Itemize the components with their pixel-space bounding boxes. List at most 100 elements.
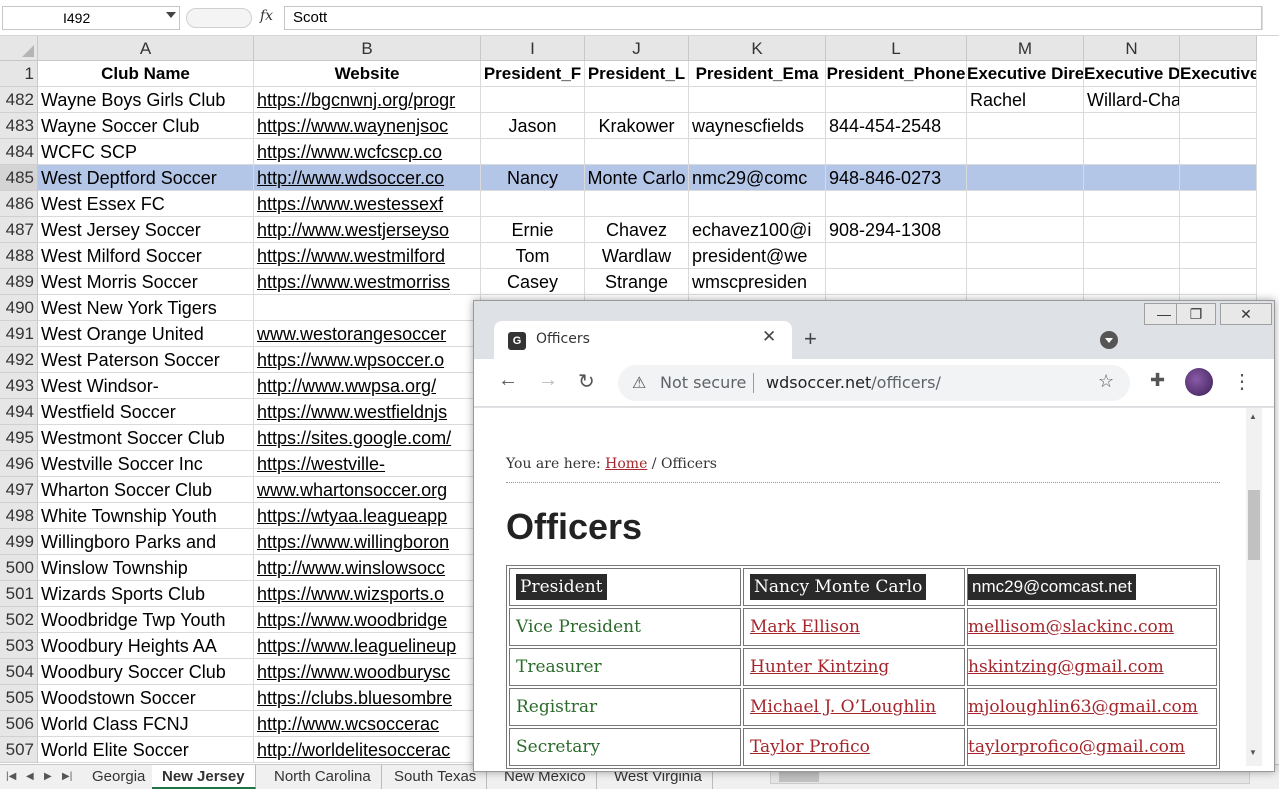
cell[interactable]: [967, 191, 1084, 217]
row-number[interactable]: 506: [0, 711, 38, 737]
row-number[interactable]: 492: [0, 347, 38, 373]
cell[interactable]: Krakower: [585, 113, 689, 139]
column-header-a[interactable]: A: [38, 36, 254, 61]
cell[interactable]: Nancy: [481, 165, 585, 191]
cell[interactable]: [967, 269, 1084, 295]
cell[interactable]: https://westville-: [254, 451, 481, 477]
cell[interactable]: https://www.westmorriss: [254, 269, 481, 295]
row-number[interactable]: 495: [0, 425, 38, 451]
row-number[interactable]: 490: [0, 295, 38, 321]
cell[interactable]: [967, 165, 1084, 191]
column-header-l[interactable]: L: [826, 36, 967, 61]
column-title[interactable]: President_Ema: [689, 61, 826, 87]
cell[interactable]: https://www.westfieldnjs: [254, 399, 481, 425]
cell[interactable]: West Windsor-: [38, 373, 254, 399]
close-tab-icon[interactable]: ✕: [762, 327, 776, 347]
officer-email-link[interactable]: taylorprofico@gmail.com: [968, 737, 1185, 757]
cell[interactable]: www.whartonsoccer.org: [254, 477, 481, 503]
name-box[interactable]: I492: [2, 6, 180, 30]
cell[interactable]: https://www.leaguelineup: [254, 633, 481, 659]
row-number[interactable]: 488: [0, 243, 38, 269]
cell[interactable]: [585, 139, 689, 165]
cell[interactable]: [1180, 269, 1257, 295]
column-title[interactable]: Executive: [1180, 61, 1257, 87]
row-number[interactable]: 507: [0, 737, 38, 763]
select-all-button[interactable]: [0, 36, 38, 61]
cell[interactable]: Woodbury Soccer Club: [38, 659, 254, 685]
column-title[interactable]: Executive D: [1084, 61, 1180, 87]
row-number[interactable]: 499: [0, 529, 38, 555]
reload-icon[interactable]: ↻: [578, 369, 595, 394]
cell[interactable]: Wizards Sports Club: [38, 581, 254, 607]
formula-bar-options[interactable]: [186, 8, 252, 28]
cell[interactable]: Westmont Soccer Club: [38, 425, 254, 451]
cell[interactable]: nmc29@comc: [689, 165, 826, 191]
cell[interactable]: www.westorangesoccer: [254, 321, 481, 347]
column-title[interactable]: President_Phone: [826, 61, 967, 87]
cell[interactable]: [1180, 139, 1257, 165]
cell[interactable]: [1180, 87, 1257, 113]
cell[interactable]: West Milford Soccer: [38, 243, 254, 269]
cell[interactable]: World Class FCNJ: [38, 711, 254, 737]
cell[interactable]: Tom: [481, 243, 585, 269]
cell[interactable]: https://www.westmilford: [254, 243, 481, 269]
cell[interactable]: [1084, 139, 1180, 165]
column-title[interactable]: President_F: [481, 61, 585, 87]
cell[interactable]: https://www.woodbridge: [254, 607, 481, 633]
sheet-tab[interactable]: South Texas: [384, 765, 488, 789]
cell[interactable]: West Essex FC: [38, 191, 254, 217]
cell[interactable]: Jason: [481, 113, 585, 139]
cell[interactable]: West Deptford Soccer: [38, 165, 254, 191]
cell[interactable]: [1180, 191, 1257, 217]
column-header-i[interactable]: I: [481, 36, 585, 61]
row-number[interactable]: 503: [0, 633, 38, 659]
cell[interactable]: [1084, 243, 1180, 269]
cell[interactable]: 844-454-2548: [826, 113, 967, 139]
cell[interactable]: https://www.waynenjsoc: [254, 113, 481, 139]
column-header-next[interactable]: [1180, 36, 1257, 61]
cell[interactable]: https://www.woodburysc: [254, 659, 481, 685]
horizontal-scrollbar[interactable]: [770, 770, 1250, 784]
cell[interactable]: http://www.wcsoccerac: [254, 711, 481, 737]
officer-email-link[interactable]: hskintzing@gmail.com: [968, 657, 1164, 677]
row-number[interactable]: 497: [0, 477, 38, 503]
column-header-n[interactable]: N: [1084, 36, 1180, 61]
name-box-dropdown-icon[interactable]: [166, 12, 176, 18]
forward-icon[interactable]: →: [538, 369, 558, 392]
cell[interactable]: Rachel: [967, 87, 1084, 113]
row-number[interactable]: 502: [0, 607, 38, 633]
officer-email-link[interactable]: mellisom@slackinc.com: [968, 617, 1174, 637]
formula-input[interactable]: Scott: [284, 6, 1262, 30]
cell[interactable]: Wayne Boys Girls Club: [38, 87, 254, 113]
prev-sheet-icon[interactable]: ◀: [26, 771, 34, 782]
cell[interactable]: Chavez: [585, 217, 689, 243]
cell[interactable]: Wardlaw: [585, 243, 689, 269]
cell[interactable]: Woodstown Soccer: [38, 685, 254, 711]
cell[interactable]: Westville Soccer Inc: [38, 451, 254, 477]
cell[interactable]: echavez100@i: [689, 217, 826, 243]
officer-name-link[interactable]: Mark Ellison: [750, 617, 860, 637]
cell[interactable]: [826, 269, 967, 295]
extensions-icon[interactable]: ✚: [1150, 370, 1165, 391]
horizontal-scroll-thumb[interactable]: [779, 772, 819, 782]
row-number[interactable]: 501: [0, 581, 38, 607]
column-header-k[interactable]: K: [689, 36, 826, 61]
row-number[interactable]: 489: [0, 269, 38, 295]
cell[interactable]: West Orange United: [38, 321, 254, 347]
address-bar[interactable]: ⚠ Not secure wdsoccer.net/officers/ ☆: [618, 365, 1130, 401]
cell[interactable]: https://bgcnwnj.org/progr: [254, 87, 481, 113]
scroll-down-icon[interactable]: ▼: [1249, 748, 1257, 757]
cell[interactable]: [826, 243, 967, 269]
menu-icon[interactable]: ⋮: [1232, 369, 1252, 394]
officer-email-link[interactable]: mjoloughlin63@gmail.com: [968, 697, 1198, 717]
cell[interactable]: http://www.wdsoccer.co: [254, 165, 481, 191]
cell[interactable]: [689, 139, 826, 165]
security-label[interactable]: Not secure: [660, 373, 746, 392]
insert-function-icon[interactable]: fx: [260, 8, 273, 24]
cell[interactable]: Monte Carlo: [585, 165, 689, 191]
cell[interactable]: https://www.willingboron: [254, 529, 481, 555]
cell[interactable]: http://www.westjerseyso: [254, 217, 481, 243]
cell[interactable]: [585, 191, 689, 217]
row-number[interactable]: 484: [0, 139, 38, 165]
row-number[interactable]: 498: [0, 503, 38, 529]
